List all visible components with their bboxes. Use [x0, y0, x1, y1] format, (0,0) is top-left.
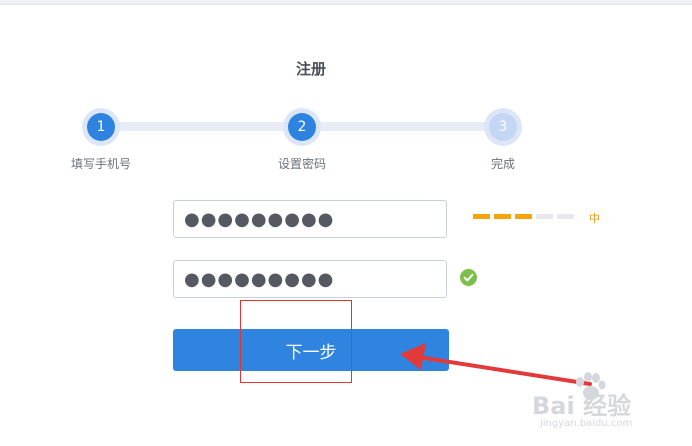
step-3-indicator: 3: [484, 108, 522, 146]
step-3-number: 3: [489, 113, 517, 141]
step-3-label: 完成: [490, 157, 515, 171]
watermark-text: Bai 经验: [532, 392, 632, 420]
strength-segment: [515, 214, 532, 219]
password-input[interactable]: [173, 200, 447, 238]
top-divider: [0, 0, 692, 5]
strength-segment: [536, 214, 553, 219]
page-title: 注册: [295, 60, 326, 78]
strength-segment: [494, 214, 511, 219]
strength-segment: [557, 214, 574, 219]
step-1-number: 1: [87, 113, 115, 141]
check-circle-icon: [460, 269, 477, 286]
registration-page: 注册 1 2 3 填写手机号 设置密码 完成 中 下一步: [0, 0, 692, 446]
step-2-label: 设置密码: [277, 157, 326, 171]
step-2-indicator: 2: [283, 108, 321, 146]
confirm-password-input[interactable]: [173, 260, 447, 298]
step-1-label: 填写手机号: [70, 157, 131, 171]
strength-segment: [473, 214, 490, 219]
password-strength-meter: 中: [473, 212, 603, 225]
strength-label: 中: [589, 212, 600, 225]
annotation-highlight-box: [240, 300, 352, 383]
baidu-jingyan-watermark: Bai 经验 jingyan.baidu.com: [532, 372, 682, 432]
step-2-number: 2: [288, 113, 316, 141]
watermark-url: jingyan.baidu.com: [540, 418, 633, 429]
step-1-indicator: 1: [82, 108, 120, 146]
